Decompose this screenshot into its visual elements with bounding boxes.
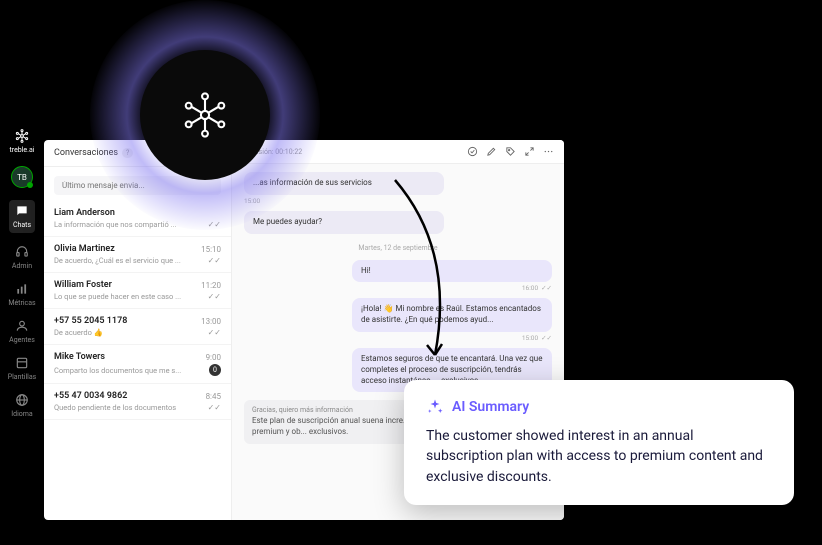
conversation-time: 9:00 — [206, 353, 221, 362]
brand-logo: treble.ai — [9, 128, 34, 154]
nav-label: Métricas — [8, 299, 35, 307]
nav-label: Admin — [12, 262, 32, 270]
nav-templates[interactable]: Plantillas — [8, 356, 37, 381]
chat-actions — [467, 146, 554, 157]
conversation-item[interactable]: +57 55 2045 1178 13:00 De acuerdo 👍 ✓✓ — [44, 309, 231, 345]
conversation-item[interactable]: Mike Towers 9:00 Comparto los documentos… — [44, 345, 231, 384]
avatar-initials: TB — [17, 173, 27, 182]
nav-label: Agentes — [9, 336, 35, 344]
message-bubble: Hi! — [352, 260, 552, 283]
conversation-preview: De acuerdo 👍 — [54, 328, 103, 337]
check-circle-icon[interactable] — [467, 146, 478, 157]
conversation-preview: La información que nos compartió ... — [54, 220, 177, 229]
app-sidebar: treble.ai TB Chats Admin Métricas Agente… — [0, 120, 44, 418]
treble-logo-icon — [14, 128, 30, 144]
nav-label: Plantillas — [8, 373, 37, 381]
nav-language[interactable]: Idioma — [11, 393, 33, 418]
ai-summary-card: AI Summary The customer showed interest … — [404, 380, 794, 505]
conversation-preview: Lo que se puede hacer en este caso ... — [54, 292, 181, 301]
conversation-name: +55 47 0034 9862 — [54, 391, 127, 401]
feature-halo — [90, 0, 320, 230]
message: Me puedes ayudar? — [244, 211, 444, 236]
brand-name: treble.ai — [9, 146, 34, 154]
nav-label: Chats — [13, 221, 31, 229]
check-icon: ✓✓ — [208, 328, 221, 337]
message: ¡Hola! 👋 Mi nombre es Raúl. Estamos enca… — [352, 298, 552, 342]
message-time: 15:00 ✓✓ — [352, 334, 552, 342]
conversation-time: 11:20 — [201, 281, 221, 290]
check-icon: ✓✓ — [208, 292, 221, 301]
message-bubble: ¡Hola! 👋 Mi nombre es Raúl. Estamos enca… — [352, 298, 552, 332]
tag-icon[interactable] — [505, 146, 516, 157]
conversation-item[interactable]: +55 47 0034 9862 8:45 Quedo pendiente de… — [44, 384, 231, 420]
nav-label: Idioma — [11, 410, 33, 418]
conversation-time: 8:45 — [206, 392, 221, 401]
conversation-time: 15:10 — [201, 245, 221, 254]
user-avatar[interactable]: TB — [11, 166, 33, 188]
presence-dot-icon — [27, 182, 33, 188]
summary-header: AI Summary — [426, 398, 772, 416]
check-icon: ✓✓ — [541, 284, 552, 292]
summary-title: AI Summary — [452, 399, 529, 415]
conversation-item[interactable]: William Foster 11:20 Lo que se puede hac… — [44, 273, 231, 309]
network-icon — [177, 87, 233, 143]
bars-icon — [15, 282, 29, 296]
nav-chats[interactable]: Chats — [9, 200, 35, 233]
conversation-preview: Quedo pendiente de los documentos — [54, 403, 176, 412]
check-icon: ✓✓ — [541, 334, 552, 342]
edit-icon[interactable] — [486, 146, 497, 157]
conversations-list: Liam Anderson La información que nos com… — [44, 201, 231, 520]
nav-agents[interactable]: Agentes — [9, 319, 35, 344]
conversation-preview: De acuerdo, ¿Cuál es el servicio que ... — [54, 256, 181, 265]
globe-icon — [15, 393, 29, 407]
headset-icon — [15, 245, 29, 259]
check-icon: ✓✓ — [208, 256, 221, 265]
conversation-preview: Comparto los documentos que me s... — [54, 366, 181, 375]
message-bubble: Me puedes ayudar? — [244, 211, 444, 234]
conversation-name: William Foster — [54, 280, 112, 290]
unread-badge: 0 — [209, 364, 221, 376]
user-icon — [15, 319, 29, 333]
conversation-name: +57 55 2045 1178 — [54, 316, 127, 326]
chat-icon — [15, 204, 29, 218]
check-icon: ✓✓ — [208, 403, 221, 412]
conversation-item[interactable]: Olivia Martinez 15:10 De acuerdo, ¿Cuál … — [44, 237, 231, 273]
message: Hi! 16:00 ✓✓ — [352, 260, 552, 293]
template-icon — [15, 356, 29, 370]
conversation-name: Mike Towers — [54, 352, 105, 362]
conversation-name: Liam Anderson — [54, 208, 115, 218]
nav-metrics[interactable]: Métricas — [8, 282, 35, 307]
date-separator: Martes, 12 de septiembre — [244, 244, 552, 252]
summary-text: The customer showed interest in an annua… — [426, 426, 772, 487]
conversation-time: 13:00 — [201, 317, 221, 326]
sparkle-icon — [426, 398, 444, 416]
halo-core — [140, 50, 270, 180]
message-time: 16:00 ✓✓ — [352, 284, 552, 292]
more-icon[interactable] — [543, 146, 554, 157]
expand-icon[interactable] — [524, 146, 535, 157]
nav-admin[interactable]: Admin — [12, 245, 32, 270]
conversation-name: Olivia Martinez — [54, 244, 115, 254]
